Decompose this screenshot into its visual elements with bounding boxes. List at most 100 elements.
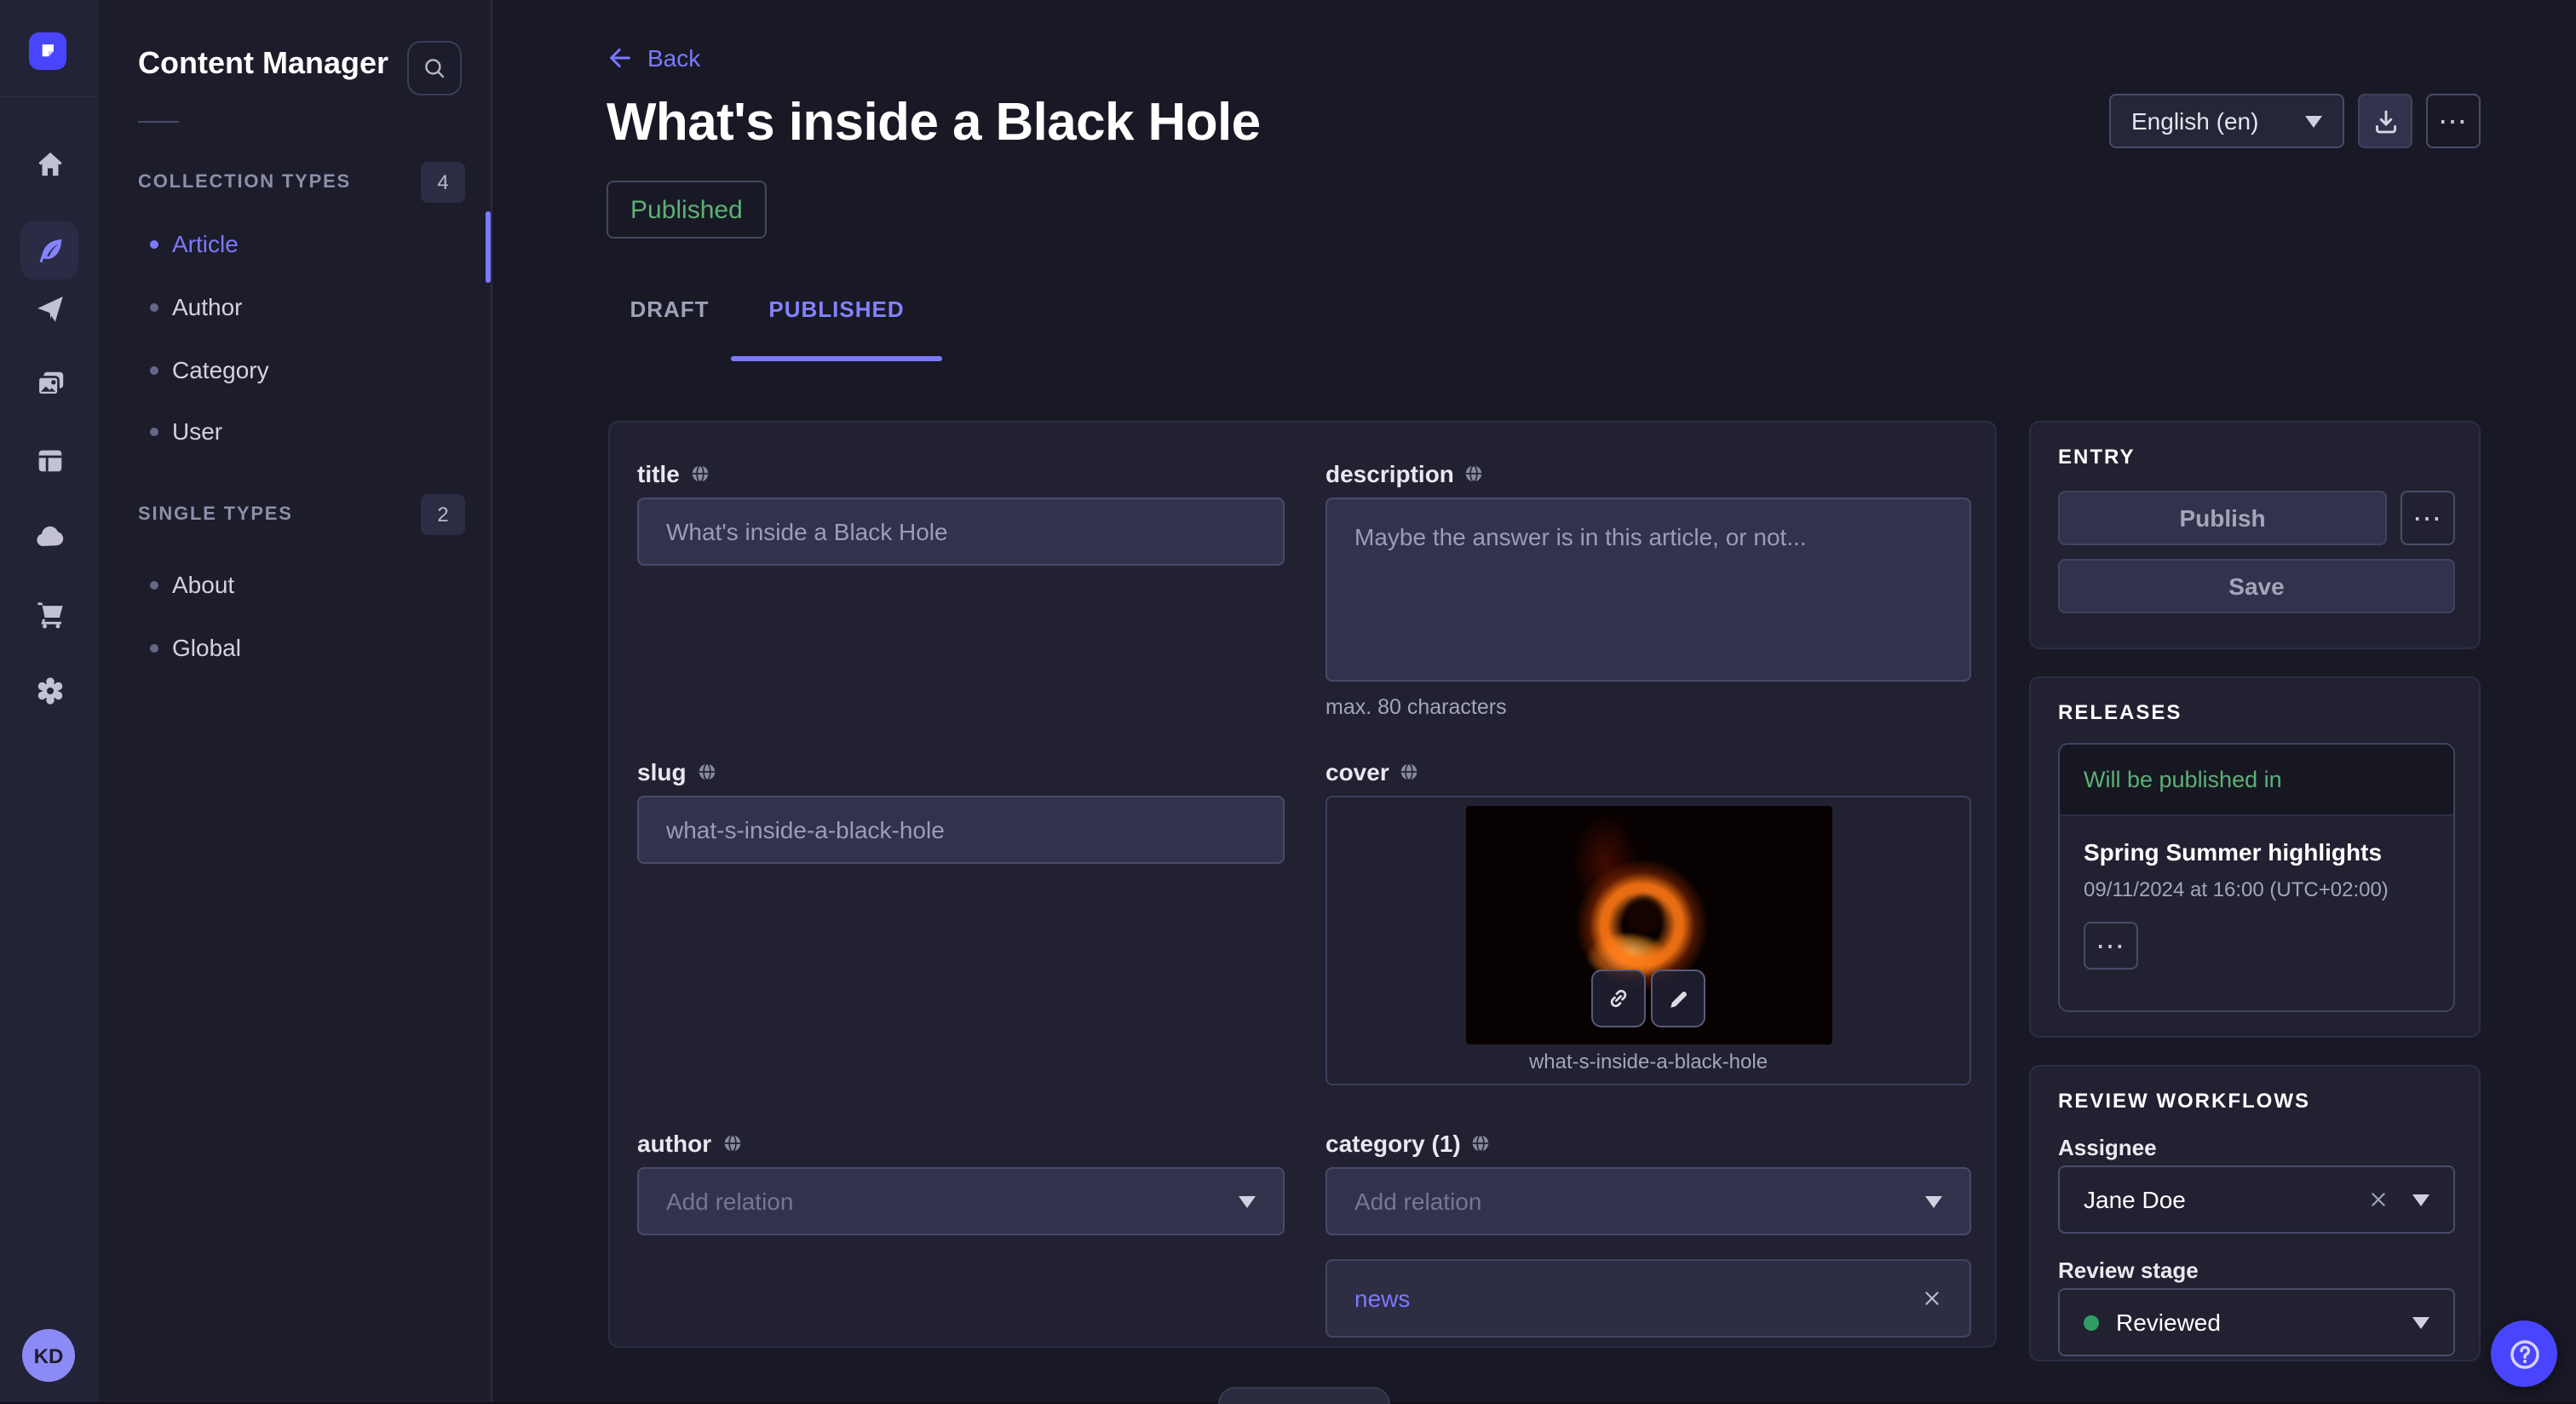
slug-input[interactable] xyxy=(637,796,1285,864)
clear-icon[interactable] xyxy=(2368,1189,2389,1210)
sidebar-scrollbar-thumb[interactable] xyxy=(486,211,491,283)
media-library-nav-button[interactable] xyxy=(20,354,78,412)
bullet-icon xyxy=(150,365,158,374)
releases-panel: RELEASES Will be published in Spring Sum… xyxy=(2029,676,2481,1038)
release-card: Will be published in Spring Summer highl… xyxy=(2058,743,2455,1012)
sidebar-item-user[interactable]: User xyxy=(150,417,222,445)
tab-draft[interactable]: DRAFT xyxy=(608,283,731,361)
back-label: Back xyxy=(647,44,700,72)
field-label-text: author xyxy=(637,1130,711,1157)
pencil-icon xyxy=(1665,986,1691,1011)
review-stage-select[interactable]: Reviewed xyxy=(2058,1288,2455,1356)
description-field-label: description xyxy=(1325,460,1485,487)
search-button[interactable] xyxy=(407,41,462,95)
cloud-nav-button[interactable] xyxy=(20,508,78,566)
collection-types-header: COLLECTION TYPES xyxy=(138,172,351,193)
globe-icon xyxy=(722,1133,742,1154)
collection-types-count-badge: 4 xyxy=(421,162,465,203)
release-name: Spring Summer highlights xyxy=(2084,838,2429,866)
paper-plane-icon xyxy=(33,292,66,325)
cover-image-actions xyxy=(1591,970,1705,1027)
assignee-value: Jane Doe xyxy=(2084,1186,2186,1213)
back-link[interactable]: Back xyxy=(607,44,700,72)
category-relation-select[interactable]: Add relation xyxy=(1325,1167,1971,1235)
cover-file-name: what-s-inside-a-black-hole xyxy=(1327,1050,1969,1073)
sidebar-divider xyxy=(138,121,179,123)
sidebar-item-label: About xyxy=(172,571,234,598)
user-avatar[interactable]: KD xyxy=(22,1329,75,1382)
sidebar-title: Content Manager xyxy=(138,46,388,82)
content-manager-sidebar: Content Manager COLLECTION TYPES 4 Artic… xyxy=(99,0,492,1402)
entry-panel-title: ENTRY xyxy=(2058,445,2135,469)
link-icon xyxy=(1605,985,1632,1012)
version-tabs: DRAFT PUBLISHED xyxy=(608,283,942,361)
review-panel-title: REVIEW WORKFLOWS xyxy=(2058,1089,2310,1113)
close-icon xyxy=(1922,1288,1942,1309)
ellipsis-icon: ⋯ xyxy=(2412,503,2443,532)
assignee-label: Assignee xyxy=(2058,1135,2157,1160)
images-icon xyxy=(33,367,66,400)
sidebar-item-label: Category xyxy=(172,356,269,383)
sidebar-item-global[interactable]: Global xyxy=(150,634,241,661)
review-stage-label: Review stage xyxy=(2058,1257,2199,1283)
cart-icon xyxy=(33,597,66,630)
copy-link-button[interactable] xyxy=(1591,970,1646,1027)
entry-more-button[interactable]: ⋯ xyxy=(2401,491,2455,545)
gear-icon xyxy=(33,674,66,706)
sidebar-item-label: User xyxy=(172,417,222,445)
globe-icon xyxy=(1400,762,1420,782)
sidebar-item-label: Article xyxy=(172,230,239,257)
scrolled-button-partial[interactable] xyxy=(1218,1387,1390,1404)
help-button[interactable] xyxy=(2491,1321,2557,1387)
remove-relation-button[interactable] xyxy=(1922,1288,1942,1309)
title-field-label: title xyxy=(637,460,710,487)
description-hint: max. 80 characters xyxy=(1325,695,1507,719)
header-more-button[interactable]: ⋯ xyxy=(2426,94,2481,148)
description-textarea[interactable]: Maybe the answer is in this article, or … xyxy=(1325,498,1971,682)
bullet-icon xyxy=(150,427,158,435)
edit-image-button[interactable] xyxy=(1651,970,1705,1027)
entry-actions-row: Publish ⋯ xyxy=(2058,491,2455,545)
sidebar-item-category[interactable]: Category xyxy=(150,356,269,383)
content-type-builder-nav-button[interactable] xyxy=(20,431,78,489)
assignee-select[interactable]: Jane Doe xyxy=(2058,1165,2455,1234)
release-more-button[interactable]: ⋯ xyxy=(2084,922,2138,970)
settings-nav-button[interactable] xyxy=(20,661,78,719)
home-nav-button[interactable] xyxy=(20,135,78,193)
title-input[interactable] xyxy=(637,498,1285,566)
publish-button[interactable]: Publish xyxy=(2058,491,2387,545)
marketplace-nav-button[interactable] xyxy=(20,584,78,642)
strapi-logo-icon xyxy=(36,39,60,63)
app-window: KD Content Manager COLLECTION TYPES 4 Ar… xyxy=(0,0,2576,1402)
chevron-down-icon xyxy=(2305,115,2322,127)
sidebar-item-article[interactable]: Article xyxy=(150,230,239,257)
relation-link-news[interactable]: news xyxy=(1354,1285,1410,1312)
release-body: Spring Summer highlights 09/11/2024 at 1… xyxy=(2060,816,2453,992)
category-field-label: category (1) xyxy=(1325,1130,1492,1157)
cover-image-black-hole[interactable] xyxy=(1465,806,1831,1044)
chevron-down-icon xyxy=(1239,1195,1256,1207)
field-label-text: cover xyxy=(1325,758,1389,785)
cover-field-label: cover xyxy=(1325,758,1420,785)
author-relation-select[interactable]: Add relation xyxy=(637,1167,1285,1235)
locale-select[interactable]: English (en) xyxy=(2109,94,2344,148)
globe-icon xyxy=(690,463,710,484)
download-button[interactable] xyxy=(2358,94,2412,148)
chevron-down-icon xyxy=(1925,1195,1942,1207)
author-field-label: author xyxy=(637,1130,742,1157)
save-button[interactable]: Save xyxy=(2058,559,2455,613)
bullet-icon xyxy=(150,302,158,311)
tab-published[interactable]: PUBLISHED xyxy=(731,283,942,361)
sidebar-item-author[interactable]: Author xyxy=(150,293,243,320)
ellipsis-icon: ⋯ xyxy=(2096,931,2126,960)
chevron-down-icon xyxy=(2412,1316,2429,1328)
strapi-logo[interactable] xyxy=(29,32,66,70)
search-icon xyxy=(421,55,448,82)
cover-media-card: what-s-inside-a-black-hole xyxy=(1325,796,1971,1085)
releases-nav-button[interactable] xyxy=(20,279,78,337)
stage-value: Reviewed xyxy=(2116,1309,2221,1336)
entry-form-panel: title description Maybe the answer is in… xyxy=(608,421,1997,1348)
sidebar-item-about[interactable]: About xyxy=(150,571,234,598)
globe-icon xyxy=(1464,463,1485,484)
content-manager-nav-button[interactable] xyxy=(20,222,78,279)
